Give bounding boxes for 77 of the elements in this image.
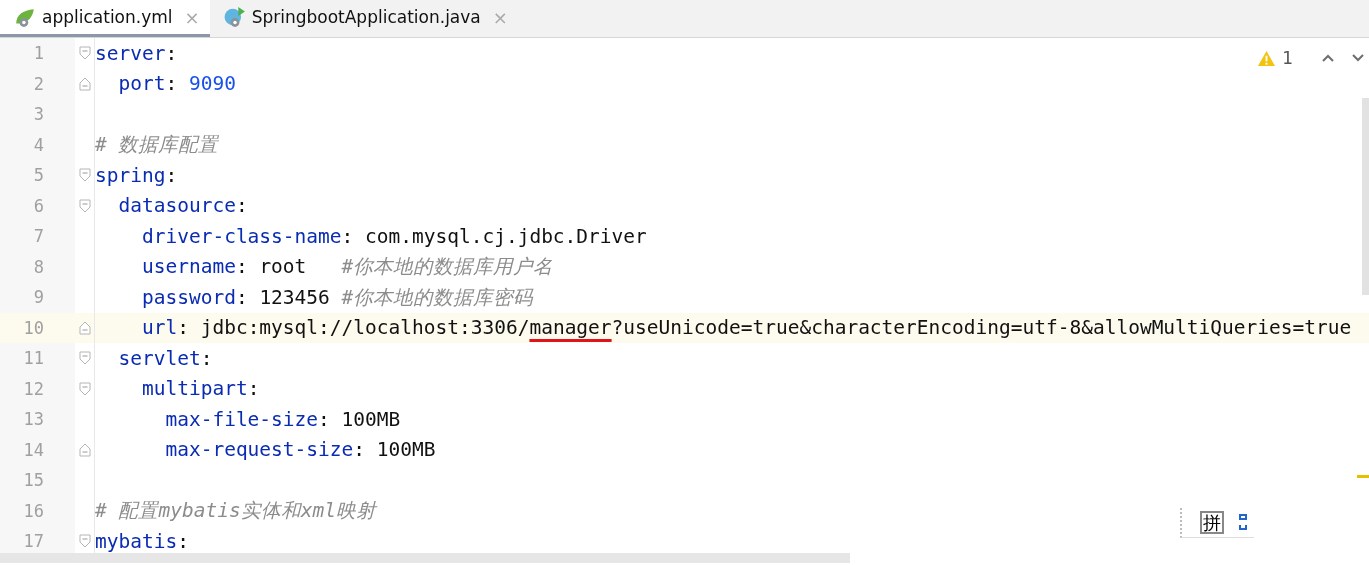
chevron-up-icon[interactable] — [1321, 53, 1335, 63]
string-value: 100MB — [376, 438, 436, 462]
line-number: 13 — [0, 404, 75, 435]
line-number: 11 — [0, 343, 75, 374]
yaml-key: port — [95, 72, 166, 96]
leaf-gear-icon — [14, 6, 36, 28]
colon: : — [165, 41, 178, 65]
code-comment: #你本地的数据库用户名 — [341, 255, 554, 279]
string-value: root — [259, 255, 308, 279]
yaml-key: server — [95, 41, 166, 65]
punctuation-icon[interactable] — [1238, 512, 1248, 533]
fold-icon[interactable] — [78, 534, 91, 549]
line-number: 6 — [0, 190, 75, 221]
yaml-key: spring — [95, 163, 166, 187]
string-value: 123456 — [259, 285, 331, 309]
fold-icon[interactable] — [78, 381, 91, 396]
line-number: 9 — [0, 282, 75, 313]
line-number: 5 — [0, 160, 75, 191]
class-run-icon — [223, 6, 246, 28]
colon: : — [165, 72, 179, 96]
line-number: 14 — [0, 434, 75, 465]
fold-icon[interactable] — [78, 351, 91, 366]
number-value: 9090 — [188, 72, 236, 96]
line-number: 16 — [0, 495, 75, 526]
colon: : — [200, 346, 213, 370]
code-comment: #你本地的数据库密码 — [341, 285, 534, 309]
line-number: 2 — [0, 68, 75, 99]
colon: : — [318, 407, 331, 431]
line-number: 15 — [0, 465, 75, 496]
line-number: 7 — [0, 221, 75, 252]
yaml-key: multipart — [95, 377, 248, 401]
code-comment: # 数据库配置 — [95, 133, 219, 157]
line-number: 4 — [0, 129, 75, 160]
scrollbar-thumb[interactable] — [1362, 98, 1369, 295]
string-value: manager — [529, 316, 612, 340]
tab-label: SpringbootApplication.java — [251, 7, 481, 27]
colon: : — [177, 316, 190, 340]
colon: : — [341, 224, 355, 248]
fold-icon[interactable] — [78, 442, 91, 457]
yaml-key: servlet — [95, 346, 201, 370]
string-value: jdbc:mysql://localhost:3306/ — [200, 316, 530, 340]
warning-count: 1 — [1282, 48, 1293, 68]
input-mode-key[interactable]: 拼 — [1200, 510, 1224, 535]
yaml-key: password — [95, 285, 236, 309]
line-number: 8 — [0, 251, 75, 282]
line-number: 3 — [0, 99, 75, 130]
string-value: 100MB — [341, 407, 401, 431]
fold-icon[interactable] — [78, 320, 91, 335]
yaml-key: max-file-size — [95, 407, 319, 431]
string-value: com.mysql.cj.jdbc.Driver — [365, 224, 647, 248]
yaml-key: driver-class-name — [95, 224, 342, 248]
yaml-key: datasource — [95, 194, 236, 218]
yaml-key: mybatis — [95, 529, 178, 553]
colon: : — [235, 194, 248, 218]
fold-icon[interactable] — [78, 168, 91, 183]
string-value: ?useUnicode=true&characterEncoding=utf-8&allowMultiQueries=true — [611, 316, 1352, 340]
yaml-key: username — [95, 255, 236, 279]
fold-icon[interactable] — [78, 198, 91, 213]
colon: : — [235, 255, 249, 279]
colon: : — [353, 438, 367, 462]
editor-tab[interactable]: SpringbootApplication.java × — [209, 0, 518, 37]
line-number: 12 — [0, 373, 75, 404]
fold-icon[interactable] — [78, 76, 91, 91]
line-number: 1 — [0, 38, 75, 69]
yaml-key: max-request-size — [95, 438, 354, 462]
yaml-key: url — [95, 316, 178, 340]
warning-icon[interactable] — [1257, 49, 1277, 67]
colon: : — [177, 529, 189, 553]
chevron-down-icon[interactable] — [1351, 53, 1365, 63]
scrollbar-thumb[interactable] — [0, 553, 850, 563]
editor-tab[interactable]: application.yml × — [0, 0, 210, 37]
colon: : — [165, 163, 178, 187]
fold-icon[interactable] — [78, 46, 91, 61]
tab-label: application.yml — [42, 7, 173, 27]
colon: : — [235, 285, 249, 309]
code-comment: # 配置mybatis实体和xml映射 — [95, 499, 376, 523]
colon: : — [247, 377, 260, 401]
